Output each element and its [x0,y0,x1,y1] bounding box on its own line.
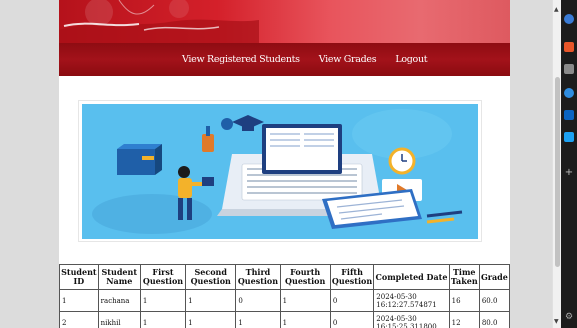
app-icon[interactable] [564,14,574,24]
cell-fourth-question: 1 [279,289,331,312]
scroll-up-arrow-icon[interactable]: ▲ [554,6,559,13]
cell-third-question: 0 [235,289,281,312]
cell-student-id: 2 [59,311,99,328]
cell-third-question: 1 [235,311,281,328]
browser-sidebar: + ⚙ [561,0,577,328]
table-header-row: Student ID Student Name First Question S… [59,264,511,290]
nav-logout[interactable]: Logout [395,54,427,65]
shopping-icon[interactable] [564,42,574,52]
column-fifth-question: Fifth Question [329,264,375,290]
cell-first-question: 1 [139,311,187,328]
table-row: 1 rachana 1 1 0 1 0 2024-05-30 16:12:27.… [59,289,511,312]
column-completed-date: Completed Date [373,264,450,290]
navigation-bar: View Registered Students View Grades Log… [59,43,510,76]
cell-student-id: 1 [59,289,99,312]
hero-illustration-frame [78,100,482,242]
nav-view-registered-students[interactable]: View Registered Students [182,54,300,65]
hero-illustration [82,104,478,239]
scroll-down-arrow-icon[interactable]: ▼ [554,318,559,325]
circle-icon[interactable] [564,88,574,98]
cell-time-taken: 12 [448,311,480,328]
table-row: 2 nikhil 1 1 1 1 0 2024-05-30 16:15:25.3… [59,311,511,328]
cell-completed-date: 2024-05-30 16:15:25.311800 [373,311,450,328]
cell-completed-date: 2024-05-30 16:12:27.574871 [373,289,450,312]
cell-grade: 60.0 [478,289,511,312]
cell-second-question: 1 [185,311,237,328]
cell-grade: 80.0 [478,311,511,328]
puzzle-icon[interactable] [564,64,574,74]
page-content: View Registered Students View Grades Log… [59,0,511,328]
column-grade: Grade [478,264,511,290]
cell-first-question: 1 [139,289,187,312]
scrollbar-thumb[interactable] [555,77,560,267]
cell-fourth-question: 1 [279,311,331,328]
column-first-question: First Question [139,264,187,290]
cell-fifth-question: 0 [329,289,375,312]
cell-time-taken: 16 [448,289,480,312]
settings-icon[interactable]: ⚙ [564,312,574,322]
column-third-question: Third Question [235,264,281,290]
column-student-id: Student ID [59,264,99,290]
cell-second-question: 1 [185,289,237,312]
browser-viewport: View Registered Students View Grades Log… [0,0,552,328]
column-fourth-question: Fourth Question [279,264,331,290]
send-icon[interactable] [564,132,574,142]
cell-fifth-question: 0 [329,311,375,328]
column-time-taken: Time Taken [448,264,480,290]
online-learning-illustration [92,109,463,234]
vertical-scrollbar[interactable]: ▲ ▼ [552,0,561,328]
header-banner [59,0,510,43]
column-second-question: Second Question [185,264,237,290]
add-icon[interactable]: + [564,168,574,178]
column-student-name: Student Name [97,264,141,290]
outlook-icon[interactable] [564,110,574,120]
cell-student-name: rachana [97,289,141,312]
nav-view-grades[interactable]: View Grades [319,54,377,65]
grades-table: Student ID Student Name First Question S… [59,264,511,328]
banner-decoration [59,0,259,43]
cell-student-name: nikhil [97,311,141,328]
